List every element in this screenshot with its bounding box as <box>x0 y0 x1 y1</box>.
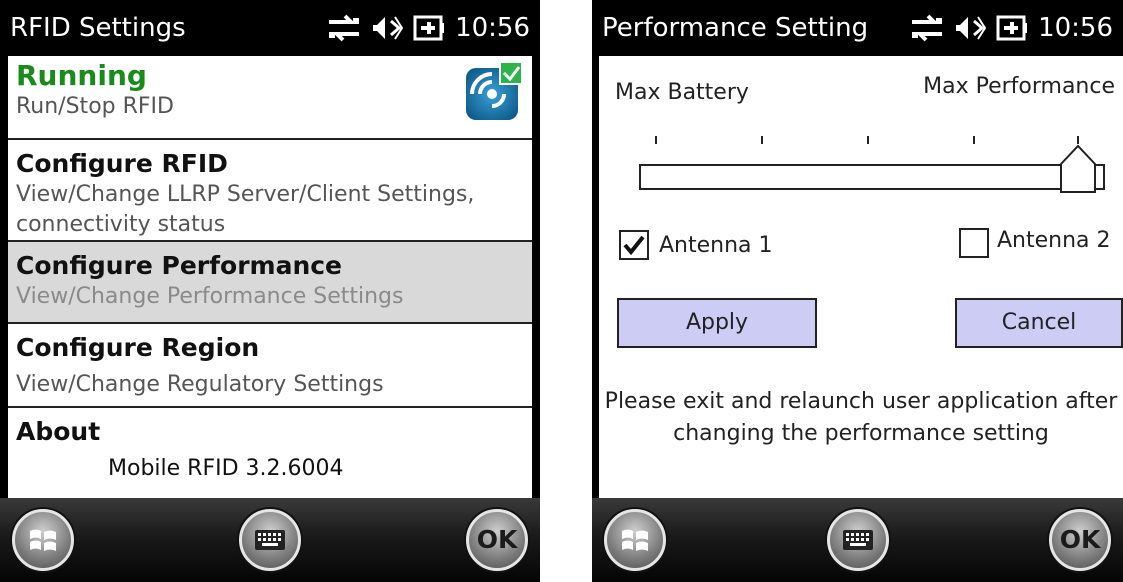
relaunch-message: Please exit and relaunch user applicatio… <box>599 386 1123 450</box>
message-line-2: changing the performance setting <box>673 421 1049 446</box>
slider-track[interactable] <box>639 164 1105 190</box>
slider-tick <box>655 136 657 144</box>
volume-icon[interactable] <box>954 13 987 43</box>
running-subtitle: Run/Stop RFID <box>16 94 174 119</box>
screen-title: Performance Setting <box>602 13 869 43</box>
volume-icon[interactable] <box>371 13 404 43</box>
performance-setting-screen: Performance Setting 10:56 Max Battery Ma… <box>592 0 1123 582</box>
taskbar: OK <box>0 498 540 582</box>
keyboard-icon <box>842 530 873 550</box>
battery-plug-icon[interactable] <box>413 14 445 42</box>
slider-tick <box>867 136 869 144</box>
antenna-2-checkbox[interactable] <box>959 228 989 258</box>
start-button[interactable] <box>604 509 666 571</box>
rfid-running-icon <box>460 60 526 126</box>
slider-tick <box>761 136 763 144</box>
keyboard-button[interactable] <box>239 509 301 571</box>
start-button[interactable] <box>12 509 74 571</box>
list-item-about[interactable]: About Mobile RFID 3.2.6004 <box>8 408 532 498</box>
list-item-configure-region[interactable]: Configure Region View/Change Regulatory … <box>8 324 532 408</box>
configure-region-subtitle: View/Change Regulatory Settings <box>16 372 384 397</box>
running-status-label: Running <box>16 59 147 92</box>
max-performance-label: Max Performance <box>923 74 1115 99</box>
max-battery-label: Max Battery <box>615 80 749 105</box>
screen-title: RFID Settings <box>10 13 186 43</box>
slider-thumb[interactable] <box>1059 144 1097 198</box>
keyboard-icon <box>255 530 285 550</box>
antenna-2-label[interactable]: Antenna 2 <box>997 228 1111 253</box>
battery-plug-icon[interactable] <box>996 14 1028 42</box>
clock: 10:56 <box>455 13 530 43</box>
slider-tick <box>973 136 975 144</box>
slider-tick <box>1077 136 1079 144</box>
taskbar: OK <box>592 498 1123 582</box>
connectivity-icon[interactable] <box>327 13 361 43</box>
configure-rfid-title: Configure RFID <box>16 149 228 178</box>
windows-logo-icon <box>30 529 56 551</box>
checkmark-icon <box>623 235 645 256</box>
ok-button[interactable]: OK <box>466 509 528 571</box>
configure-rfid-subtitle-1: View/Change LLRP Server/Client Settings, <box>16 182 475 207</box>
list-item-configure-rfid[interactable]: Configure RFID View/Change LLRP Server/C… <box>8 140 532 242</box>
status-bar: Performance Setting 10:56 <box>592 0 1123 56</box>
configure-performance-subtitle: View/Change Performance Settings <box>16 284 404 309</box>
version-text: Mobile RFID 3.2.6004 <box>108 456 344 481</box>
rfid-settings-screen: RFID Settings 10:56 Running Run/Stop RFI… <box>0 0 540 582</box>
performance-panel: Max Battery Max Performance Antenna 1 An… <box>599 56 1123 498</box>
configure-rfid-subtitle-2: connectivity status <box>16 212 226 237</box>
apply-button[interactable]: Apply <box>617 298 817 348</box>
configure-region-title: Configure Region <box>16 333 260 362</box>
clock: 10:56 <box>1038 13 1113 43</box>
list-item-configure-performance[interactable]: Configure Performance View/Change Perfor… <box>8 242 532 324</box>
performance-slider[interactable] <box>639 136 1105 196</box>
message-line-1: Please exit and relaunch user applicatio… <box>604 389 1118 414</box>
antenna-1-checkbox[interactable] <box>619 230 649 260</box>
windows-logo-icon <box>622 529 648 551</box>
configure-performance-title: Configure Performance <box>16 251 343 280</box>
settings-list: Running Run/Stop RFID Configure RFID Vie… <box>8 56 532 498</box>
ok-button[interactable]: OK <box>1049 509 1111 571</box>
cancel-button[interactable]: Cancel <box>955 298 1123 348</box>
antenna-1-label[interactable]: Antenna 1 <box>659 233 773 258</box>
status-bar: RFID Settings 10:56 <box>0 0 540 56</box>
connectivity-icon[interactable] <box>910 13 944 43</box>
list-item-running[interactable]: Running Run/Stop RFID <box>8 56 532 140</box>
keyboard-button[interactable] <box>826 509 889 571</box>
about-title: About <box>16 417 101 446</box>
